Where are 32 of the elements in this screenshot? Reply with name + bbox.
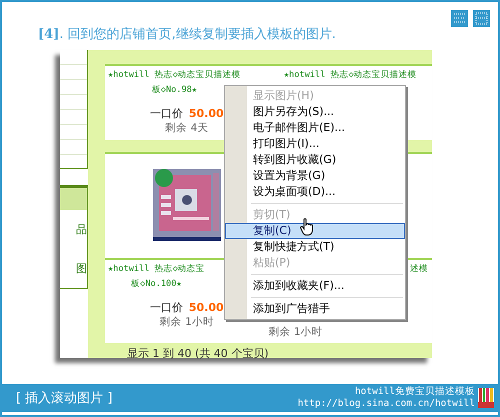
brand-text: hotwill免费宝贝描述模板 [354,386,475,398]
menu-item[interactable]: 转到图片收藏(G) [225,152,405,168]
sidebar-item[interactable]: 品 [76,210,87,249]
hand-cursor-icon [300,218,314,236]
logo-icon [478,387,494,409]
menu-item[interactable]: 复制(C) [225,223,405,239]
time-remaining: 剩余 1小时 [268,325,323,339]
menu-item[interactable]: 图片另存为(S)... [225,104,405,120]
product-title[interactable]: 述模 [410,262,428,277]
layout-icon[interactable] [473,10,490,27]
menu-item[interactable]: 设为桌面项(D)... [225,184,405,200]
menu-item[interactable]: 复制快捷方式(T) [225,239,405,255]
menu-item[interactable]: 电子邮件图片(E)... [225,120,405,136]
price-value: 50.00 [188,107,224,120]
menu-item[interactable]: 添加到广告猎手 [225,301,405,317]
menu-item[interactable]: 设置为背景(G) [225,168,405,184]
sidebar-item[interactable]: 图 [76,249,87,288]
instruction-text: [4]. 回到您的店铺首页,继续复制要插入模板的图片. [38,26,336,43]
product-title[interactable]: ★hotwill 热志◇动态宝贝描述模 [284,68,417,83]
price-label: 一口价 [150,301,183,314]
time-remaining: 剩余 4天 [165,121,208,135]
price-label: 一口价 [150,107,183,120]
time-remaining: 剩余 1小时 [160,315,214,329]
blog-url: http://blog.sina.com.cn/hotwill [298,398,475,410]
layout-icon[interactable] [451,10,468,27]
section-title: [ 插入滚动图片 ] [16,390,112,407]
price-value: 50.00 [188,301,224,314]
menu-item[interactable]: 添加到收藏夹(F)... [225,278,405,294]
menu-item[interactable]: 打印图片(I)... [225,136,405,152]
sidebar-header [60,188,87,210]
product-title[interactable]: ★hotwill 热志◇动态宝 板◇No.100★ [108,262,205,292]
item-count: 显示 1 到 40 (共 40 个宝贝) [126,346,270,361]
